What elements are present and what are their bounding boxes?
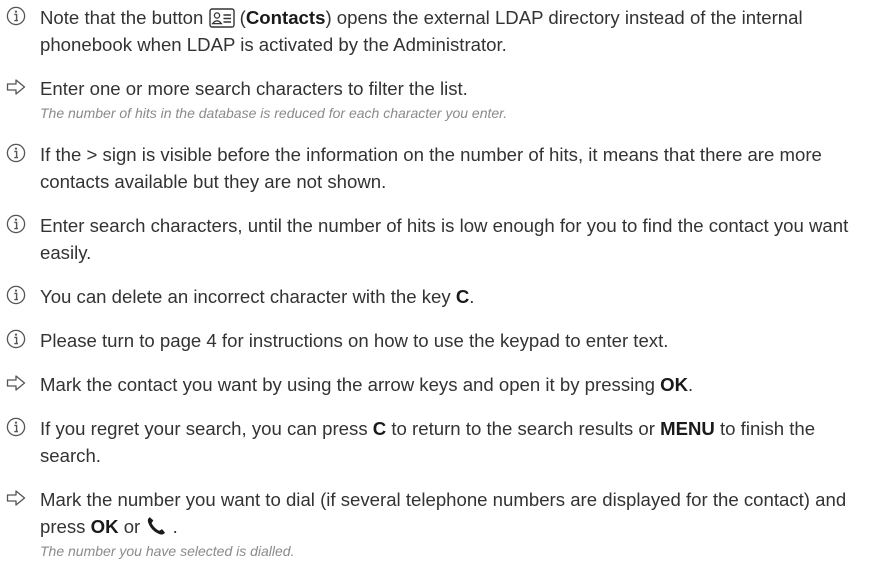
key-ok-label: OK — [90, 516, 119, 537]
info-text: Please turn to page 4 for instructions o… — [40, 330, 669, 351]
info-item-ldap: Note that the button (Contacts) opens th… — [0, 4, 879, 58]
key-c-label: C — [455, 286, 470, 307]
info-item-delete-character: You can delete an incorrect character wi… — [0, 283, 879, 310]
arrow-right-icon — [6, 79, 26, 95]
info-icon — [6, 6, 26, 26]
contacts-button-icon — [208, 8, 235, 28]
info-text: You can delete an incorrect character wi… — [40, 286, 475, 307]
info-icon — [6, 285, 26, 305]
step-item-search: Enter one or more search characters to f… — [0, 75, 879, 124]
key-c-label: C — [372, 418, 387, 439]
step-text: Enter one or more search characters to f… — [40, 78, 468, 99]
step-note: The number you have selected is dialled. — [40, 543, 295, 559]
info-item-search-characters: Enter search characters, until the numbe… — [0, 212, 879, 266]
contacts-label: Contacts — [245, 7, 326, 28]
info-item-regret-search: If you regret your search, you can press… — [0, 415, 879, 469]
step-text: Mark the contact you want by using the a… — [40, 374, 694, 395]
arrow-right-icon — [6, 490, 26, 506]
step-text: Mark the number you want to dial (if sev… — [40, 489, 847, 537]
info-item-hits-sign: If the > sign is visible before the info… — [0, 141, 879, 195]
step-note: The number of hits in the database is re… — [40, 105, 508, 121]
info-icon — [6, 214, 26, 234]
info-text: If the > sign is visible before the info… — [40, 144, 822, 192]
key-menu-label: MENU — [660, 418, 715, 439]
info-icon — [6, 143, 26, 163]
info-text: If you regret your search, you can press… — [40, 418, 816, 466]
info-text: Note that the button (Contacts) opens th… — [40, 7, 803, 55]
info-icon — [6, 417, 26, 437]
info-item-page-reference: Please turn to page 4 for instructions o… — [0, 327, 879, 354]
info-text: Enter search characters, until the numbe… — [40, 215, 849, 263]
step-item-mark-contact: Mark the contact you want by using the a… — [0, 371, 879, 398]
manual-page: Note that the button (Contacts) opens th… — [0, 0, 879, 559]
info-icon — [6, 329, 26, 349]
phone-icon — [148, 517, 166, 535]
step-item-dial-number: Mark the number you want to dial (if sev… — [0, 486, 879, 562]
arrow-right-icon — [6, 375, 26, 391]
key-ok-label: OK — [660, 374, 689, 395]
